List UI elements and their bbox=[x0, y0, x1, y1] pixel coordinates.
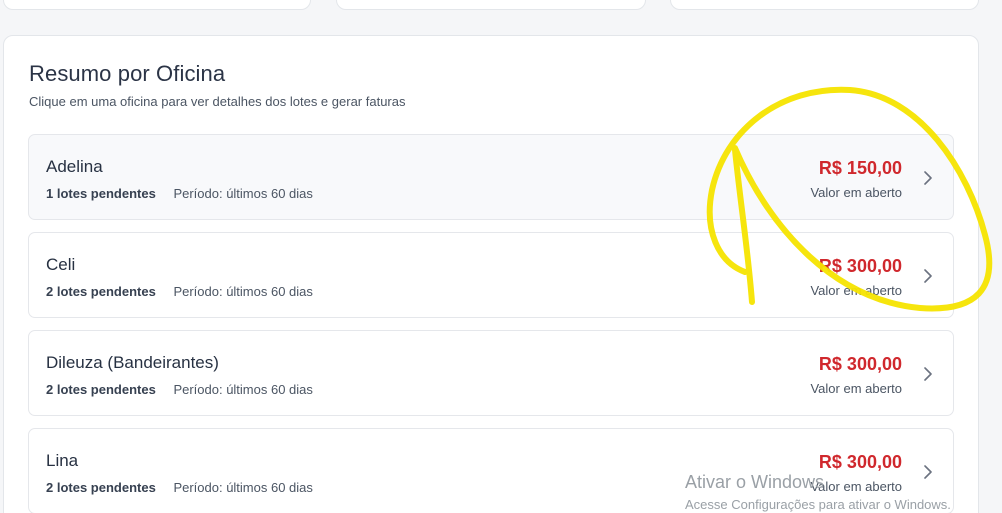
workshop-meta: 2 lotes pendentes Período: últimos 60 di… bbox=[46, 284, 313, 299]
workshop-row-lina[interactable]: Lina 2 lotes pendentes Período: últimos … bbox=[28, 428, 954, 513]
panel-title: Resumo por Oficina bbox=[29, 61, 226, 86]
pending-lots: 2 lotes pendentes bbox=[46, 480, 156, 495]
panel-subtitle: Clique em uma oficina para ver detalhes … bbox=[29, 94, 406, 109]
pending-lots: 2 lotes pendentes bbox=[46, 284, 156, 299]
workshop-name: Dileuza (Bandeirantes) bbox=[46, 353, 219, 372]
open-value-label: Valor em aberto bbox=[810, 479, 902, 494]
workshop-row-adelina[interactable]: Adelina 1 lotes pendentes Período: últim… bbox=[28, 134, 954, 220]
chevron-right-icon bbox=[924, 465, 932, 479]
period-label: Período: últimos 60 dias bbox=[173, 186, 313, 201]
stat-card bbox=[670, 0, 979, 10]
summary-panel: Resumo por Oficina Clique em uma oficina… bbox=[3, 35, 979, 513]
chevron-right-icon bbox=[924, 171, 932, 185]
period-label: Período: últimos 60 dias bbox=[173, 382, 313, 397]
open-value-label: Valor em aberto bbox=[810, 381, 902, 396]
chevron-right-icon bbox=[924, 367, 932, 381]
workshop-name: Adelina bbox=[46, 157, 103, 176]
open-value: R$ 300,00 bbox=[818, 354, 902, 374]
open-value-label: Valor em aberto bbox=[810, 283, 902, 298]
open-value: R$ 150,00 bbox=[818, 158, 902, 178]
workshop-row-dileuza[interactable]: Dileuza (Bandeirantes) 2 lotes pendentes… bbox=[28, 330, 954, 416]
open-value-label: Valor em aberto bbox=[810, 185, 902, 200]
period-label: Período: últimos 60 dias bbox=[173, 284, 313, 299]
chevron-right-icon bbox=[924, 269, 932, 283]
stat-card bbox=[336, 0, 646, 10]
workshop-meta: 2 lotes pendentes Período: últimos 60 di… bbox=[46, 382, 313, 397]
workshop-meta: 2 lotes pendentes Período: últimos 60 di… bbox=[46, 480, 313, 495]
stat-card bbox=[3, 0, 311, 10]
workshop-row-celi[interactable]: Celi 2 lotes pendentes Período: últimos … bbox=[28, 232, 954, 318]
workshop-name: Lina bbox=[46, 451, 79, 470]
open-value: R$ 300,00 bbox=[818, 452, 902, 472]
pending-lots: 1 lotes pendentes bbox=[46, 186, 156, 201]
period-label: Período: últimos 60 dias bbox=[173, 480, 313, 495]
workshop-name: Celi bbox=[46, 255, 76, 274]
workshop-meta: 1 lotes pendentes Período: últimos 60 di… bbox=[46, 186, 313, 201]
pending-lots: 2 lotes pendentes bbox=[46, 382, 156, 397]
open-value: R$ 300,00 bbox=[818, 256, 902, 276]
